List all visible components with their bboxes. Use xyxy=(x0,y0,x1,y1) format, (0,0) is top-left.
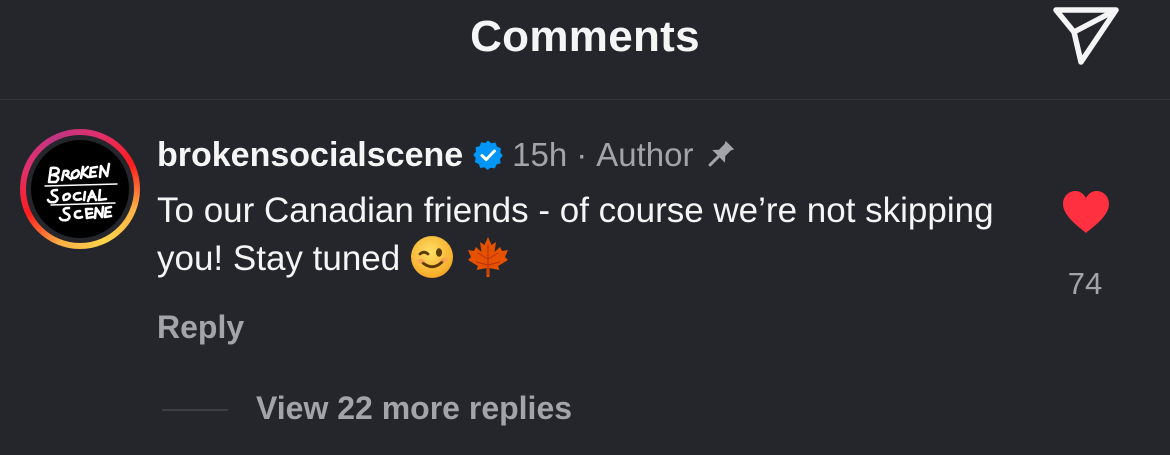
author-label: Author xyxy=(596,136,694,173)
pin-icon xyxy=(703,138,737,172)
avatar-ring-gap xyxy=(26,135,134,243)
broken-social-scene-logo xyxy=(44,162,118,222)
share-button[interactable] xyxy=(1048,2,1124,68)
comments-header: Comments xyxy=(0,0,1170,100)
avatar-logo-image xyxy=(31,140,129,238)
replies-divider-line xyxy=(162,409,228,411)
heart-filled-icon xyxy=(1063,191,1109,233)
maple-leaf-icon xyxy=(464,233,512,281)
reply-button[interactable]: Reply xyxy=(157,309,244,346)
avatar[interactable] xyxy=(20,129,140,249)
like-count: 74 xyxy=(1067,266,1103,301)
meta-separator: · xyxy=(576,136,588,173)
winking-face-icon xyxy=(408,233,456,281)
comment-header: brokensocialscene 15h · Author xyxy=(157,133,737,177)
like-button[interactable] xyxy=(1061,189,1111,235)
verified-badge-icon xyxy=(472,139,504,171)
comment-text: To our Canadian friends - of course we’r… xyxy=(157,191,994,278)
view-more-replies-button[interactable]: View 22 more replies xyxy=(256,390,572,427)
page-title: Comments xyxy=(470,12,700,61)
send-icon xyxy=(1053,7,1119,65)
comment-time: 15h xyxy=(512,136,568,173)
comment-body: To our Canadian friends - of course we’r… xyxy=(157,187,1017,285)
username[interactable]: brokensocialscene xyxy=(157,136,463,175)
